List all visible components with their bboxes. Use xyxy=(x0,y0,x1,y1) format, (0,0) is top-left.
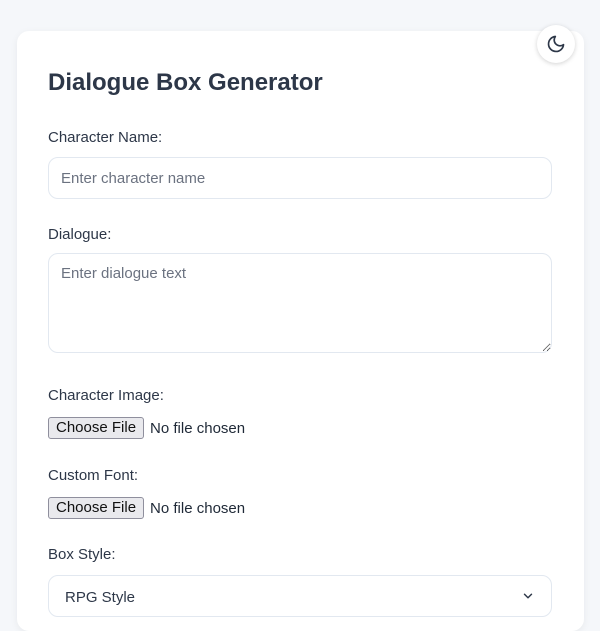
character-name-input[interactable] xyxy=(48,157,552,199)
theme-toggle-button[interactable] xyxy=(537,25,575,63)
custom-font-file-input: Choose File No file chosen xyxy=(48,497,245,519)
moon-icon xyxy=(546,34,566,54)
character-name-label: Character Name: xyxy=(48,129,163,146)
box-style-selected-value: RPG Style xyxy=(65,588,136,606)
character-image-file-status: No file chosen xyxy=(150,419,246,437)
custom-font-label: Custom Font: xyxy=(48,467,139,484)
box-style-select[interactable]: RPG Style xyxy=(48,575,552,617)
page-title: Dialogue Box Generator xyxy=(48,69,323,96)
chevron-down-icon xyxy=(521,589,535,603)
custom-font-file-status: No file chosen xyxy=(150,499,246,517)
dialogue-label: Dialogue: xyxy=(48,226,112,243)
character-image-choose-file-button[interactable]: Choose File xyxy=(48,417,145,439)
custom-font-choose-file-button[interactable]: Choose File xyxy=(48,497,145,519)
box-style-label: Box Style: xyxy=(48,546,116,563)
character-image-label: Character Image: xyxy=(48,387,164,404)
character-image-file-input: Choose File No file chosen xyxy=(48,417,245,439)
dialogue-textarea[interactable] xyxy=(48,253,552,353)
